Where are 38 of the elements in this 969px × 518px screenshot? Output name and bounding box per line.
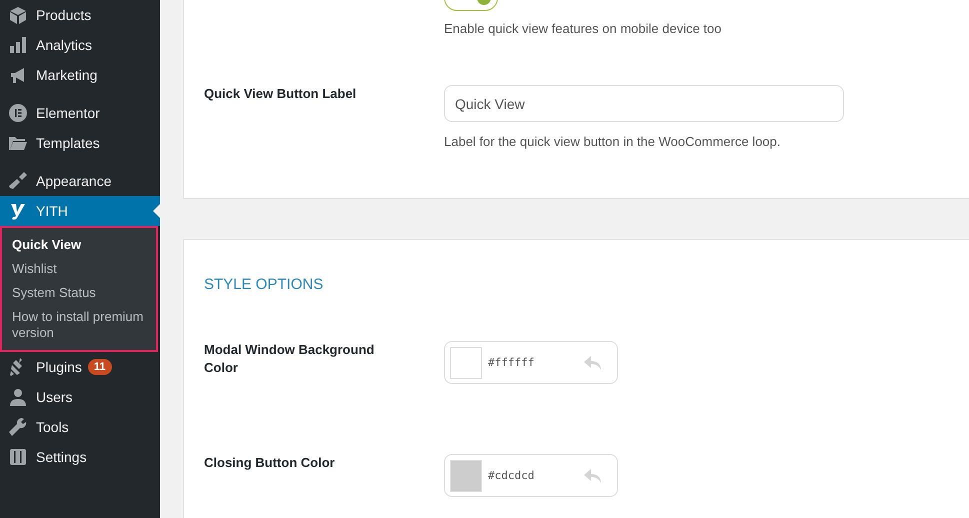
color-value: #ffffff	[488, 356, 536, 369]
submenu-item[interactable]: Quick View	[12, 233, 152, 257]
option-description: Enable quick view features on mobile device too	[444, 21, 722, 36]
sliders-icon	[8, 447, 28, 467]
menu-item[interactable]: Settings	[0, 442, 160, 472]
menu-item[interactable]: Marketing	[0, 60, 160, 90]
color-picker[interactable]: #ffffff	[444, 341, 618, 384]
y-icon	[8, 201, 28, 221]
menu-item[interactable]: Templates	[0, 128, 160, 158]
option-label: Modal Window Background Color	[204, 341, 376, 377]
undo-arrow-icon[interactable]	[584, 468, 602, 482]
color-picker[interactable]: #cdcdcd	[444, 454, 618, 497]
wrench-icon	[8, 417, 28, 437]
menu-item[interactable]: Plugins 11	[0, 352, 160, 382]
submenu-item[interactable]: System Status	[12, 281, 152, 305]
submenu-item[interactable]: How to install premium version	[12, 305, 152, 345]
menu-item[interactable]: Tools	[0, 412, 160, 442]
user-icon	[8, 387, 28, 407]
bars-icon	[8, 35, 28, 55]
submenu-item[interactable]: Wishlist	[12, 257, 152, 281]
menu-item[interactable]: Products	[0, 0, 160, 30]
active-menu-pointer	[153, 204, 160, 218]
menu-item[interactable]: Elementor	[0, 98, 160, 128]
section-heading: STYLE OPTIONS	[204, 276, 324, 293]
option-description: Label for the quick view button in the WooCommerce loop.	[444, 134, 782, 149]
menu-item[interactable]: Analytics	[0, 30, 160, 60]
option-label: Closing Button Color	[204, 454, 336, 472]
box-icon	[8, 5, 28, 25]
update-count-badge: 11	[88, 359, 112, 375]
brush-icon	[8, 171, 28, 191]
menu-item[interactable]: Users	[0, 382, 160, 412]
text-input[interactable]: Quick View	[444, 85, 844, 122]
menu-item[interactable]: YITH	[0, 196, 160, 226]
color-value: #cdcdcd	[488, 469, 536, 482]
menu-item[interactable]: Appearance	[0, 166, 160, 196]
option-label: Quick View Button Label	[204, 85, 358, 103]
e-icon	[8, 103, 28, 123]
undo-arrow-icon[interactable]	[584, 356, 602, 370]
